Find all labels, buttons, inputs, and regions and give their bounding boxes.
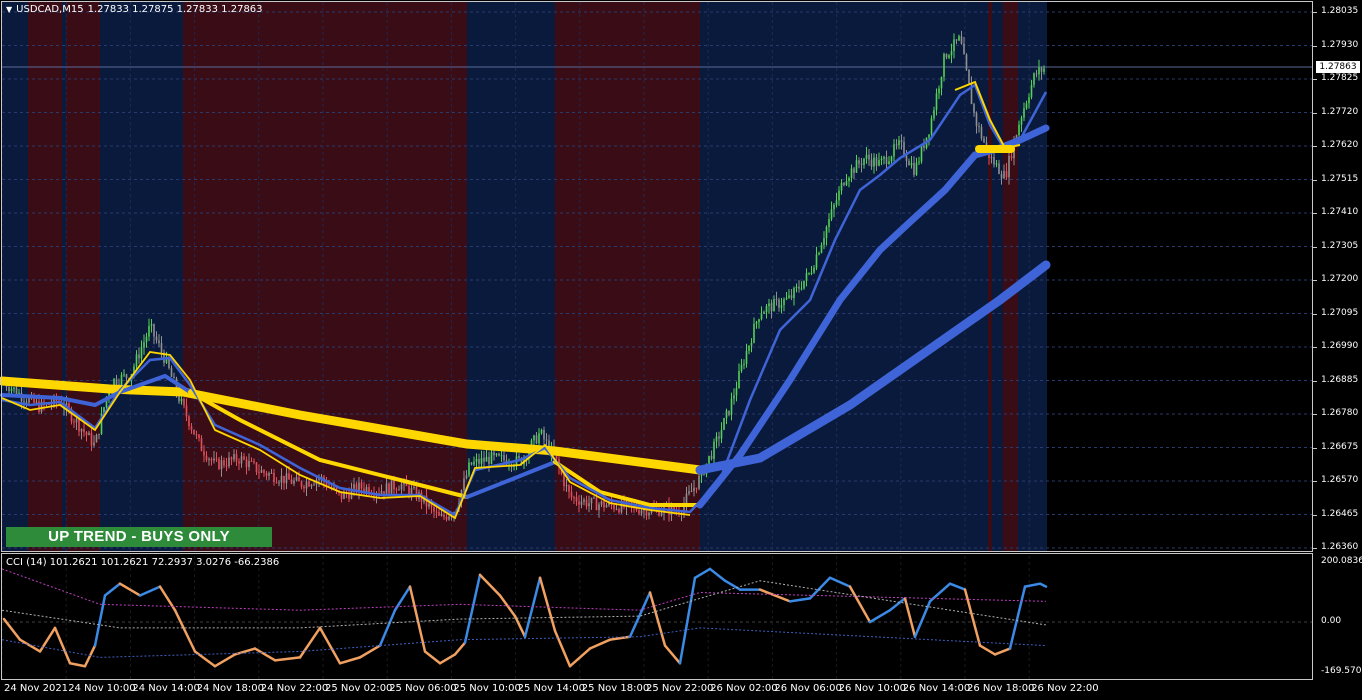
- price-axis-label: 1.27620: [1321, 140, 1359, 150]
- price-axis-label: 1.27825: [1321, 73, 1359, 83]
- price-axis-label: 1.26780: [1321, 408, 1359, 418]
- price-axis-label: 1.27200: [1321, 274, 1359, 284]
- main-pane-border: [1, 1, 1313, 552]
- time-axis-label: 25 Nov 22:00: [646, 683, 714, 694]
- price-axis-tick: [1313, 213, 1317, 214]
- price-axis-tick: [1313, 548, 1317, 549]
- time-axis-label: 25 Nov 10:00: [453, 683, 521, 694]
- price-axis-label: 1.27720: [1321, 106, 1359, 117]
- price-axis-tick: [1313, 79, 1317, 80]
- time-axis-label: 24 Nov 2021: [4, 683, 69, 694]
- time-axis-label: 24 Nov 18:00: [196, 683, 265, 694]
- time-axis-label: 26 Nov 14:00: [902, 683, 971, 694]
- price-axis-tick: [1313, 313, 1317, 315]
- ohlc-values: 1.27833 1.27875 1.27833 1.27863: [87, 4, 263, 15]
- time-axis-label: 25 Nov 02:00: [325, 683, 393, 694]
- price-axis-tick: [1313, 347, 1317, 348]
- price-axis-tick: [1313, 179, 1317, 181]
- indicator-pane-border: [1, 553, 1313, 680]
- price-axis-label: 1.27515: [1321, 173, 1359, 184]
- symbol-label: USDCAD,M15: [16, 4, 84, 15]
- time-axis-label: 26 Nov 02:00: [710, 683, 778, 694]
- price-axis-label: 1.28035: [1321, 6, 1359, 16]
- price-axis-label: 1.27930: [1321, 39, 1359, 50]
- price-axis-label: 1.26675: [1321, 441, 1359, 452]
- price-axis-label: 1.26360: [1321, 542, 1359, 552]
- time-axis-label: 25 Nov 18:00: [581, 683, 650, 694]
- price-axis-label: 1.26990: [1321, 341, 1359, 351]
- cci-axis-label: 200.0836: [1321, 556, 1362, 566]
- time-axis-label: 24 Nov 14:00: [132, 683, 200, 694]
- price-axis-tick: [1313, 112, 1317, 114]
- price-axis-label: 1.26885: [1321, 374, 1359, 385]
- time-axis-label: 26 Nov 06:00: [774, 683, 842, 694]
- cci-indicator-title[interactable]: CCI (14) 101.2621 101.2621 72.2937 3.027…: [6, 557, 279, 568]
- time-axis-label: 25 Nov 06:00: [389, 683, 457, 694]
- price-axis-tick: [1313, 146, 1317, 147]
- price-axis-label: 1.26570: [1321, 475, 1359, 485]
- price-axis-label: 1.27305: [1321, 240, 1359, 251]
- price-axis-tick: [1313, 380, 1317, 382]
- price-axis-tick: [1313, 45, 1317, 47]
- price-axis-tick: [1313, 246, 1317, 248]
- time-axis-label: 26 Nov 18:00: [967, 683, 1035, 694]
- chart-title[interactable]: ▼ USDCAD,M15 1.27833 1.27875 1.27833 1.2…: [6, 4, 263, 15]
- price-axis-tick: [1313, 481, 1317, 482]
- trend-banner: UP TREND - BUYS ONLY: [6, 527, 272, 547]
- price-axis-label: 1.26465: [1321, 508, 1359, 519]
- time-axis-label: 24 Nov 22:00: [260, 683, 329, 694]
- price-axis-tick: [1313, 514, 1317, 516]
- time-axis-label: 26 Nov 10:00: [838, 683, 907, 694]
- price-axis-label: 1.27410: [1321, 207, 1359, 217]
- time-axis-label: 26 Nov 22:00: [1031, 683, 1099, 694]
- price-axis-tick: [1313, 12, 1317, 13]
- price-axis-tick: [1313, 280, 1317, 281]
- cci-axis-label: 0.00: [1321, 616, 1342, 626]
- time-axis-label: 25 Nov 14:00: [517, 683, 586, 694]
- current-price-tag: 1.27863: [1316, 61, 1360, 73]
- time-axis-label: 24 Nov 10:00: [68, 683, 136, 694]
- chart-window: ▼ USDCAD,M15 1.27833 1.27875 1.27833 1.2…: [0, 0, 1362, 700]
- price-axis-tick: [1313, 414, 1317, 415]
- chart-menu-triangle-icon[interactable]: ▼: [6, 5, 12, 14]
- cci-axis-label: -169.5707: [1321, 666, 1362, 676]
- price-axis-label: 1.27095: [1321, 307, 1359, 318]
- price-axis-tick: [1313, 447, 1317, 449]
